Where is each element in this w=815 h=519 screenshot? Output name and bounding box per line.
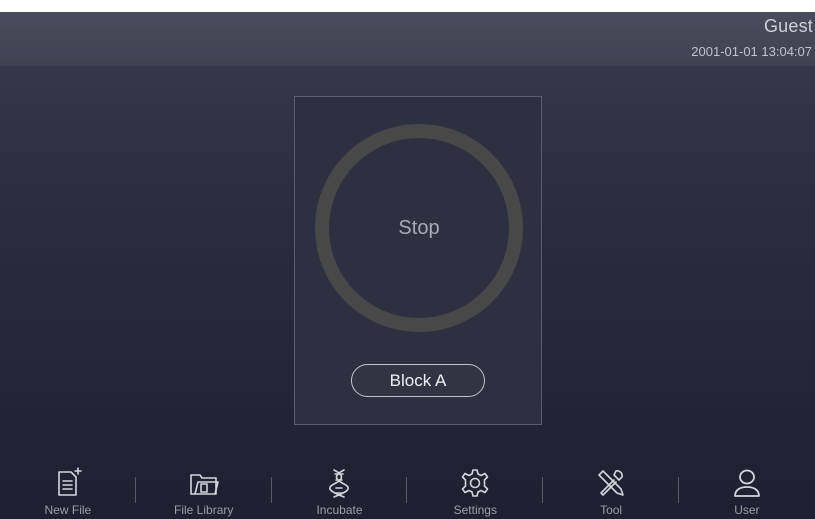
nav-item-new-file[interactable]: New File xyxy=(0,455,136,519)
nav-label-file-library: File Library xyxy=(174,503,234,517)
nav-item-tool[interactable]: Tool xyxy=(543,455,679,519)
nav-item-incubate[interactable]: Incubate xyxy=(272,455,408,519)
nav-label-settings: Settings xyxy=(453,503,497,517)
app-screen: Guest 2001-01-01 13:04:07 Stop Block A N… xyxy=(0,12,815,519)
nav-item-user[interactable]: User xyxy=(679,455,815,519)
gear-icon xyxy=(457,465,493,501)
nav-label-incubate: Incubate xyxy=(316,503,363,517)
user-icon xyxy=(729,465,765,501)
tools-icon xyxy=(593,465,629,501)
nav-label-user: User xyxy=(734,503,760,517)
run-status-text: Stop xyxy=(398,216,440,239)
block-status-card: Stop Block A xyxy=(294,96,542,425)
nav-item-settings[interactable]: Settings xyxy=(407,455,544,519)
nav-label-tool: Tool xyxy=(600,503,623,517)
new-file-icon xyxy=(50,465,86,501)
block-select-button[interactable]: Block A xyxy=(351,364,485,397)
current-user[interactable]: Guest xyxy=(764,16,813,37)
folder-icon xyxy=(186,465,222,501)
nav-item-file-library[interactable]: File Library xyxy=(136,455,272,519)
top-bar: Guest 2001-01-01 13:04:07 xyxy=(0,12,815,66)
bottom-nav: New File File Library Incubate Settings … xyxy=(0,455,815,519)
status-ring: Stop xyxy=(315,124,523,332)
nav-label-new-file: New File xyxy=(44,503,92,517)
datetime-display: 2001-01-01 13:04:07 xyxy=(691,44,812,59)
dna-icon xyxy=(321,465,357,501)
